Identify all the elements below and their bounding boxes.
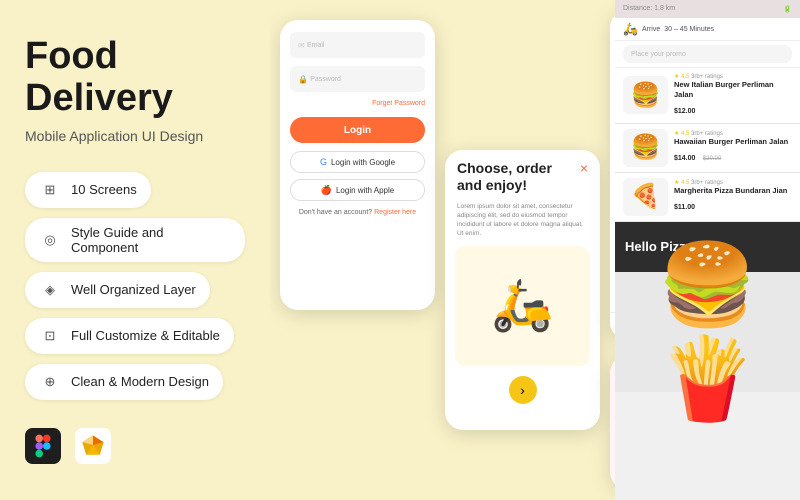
item-price-1: $12.00 [674,100,792,118]
login-button[interactable]: Login [290,117,425,143]
moto-icon: 🛵 [623,22,638,36]
right-list-panel: Distance: 1.8 km 🔋 🛵 Arrive 30 – 45 Minu… [615,0,800,500]
item-info-3: ★ 4.5 3rb+ ratings Margherita Pizza Bund… [674,179,792,214]
food-thumbnail-1: 🍔 [623,76,668,114]
password-field[interactable]: 🔒 Password [290,66,425,92]
item-name-3: Margherita Pizza Bundaran Jian [674,186,792,196]
item-rating-2: ★ 4.5 3rb+ ratings [674,130,792,137]
item-name-1: New Italian Burger Perliman Jalan [674,80,792,100]
forget-password-link[interactable]: Forget Password [290,100,425,107]
feature-customize: ⊡ Full Customize & Editable [25,318,234,354]
modern-icon: ⊕ [39,371,61,393]
item-rating-3: ★ 4.5 3rb+ ratings [674,179,792,186]
promo-row: Place your promo [615,41,800,68]
distance-header: Distance: 1.8 km 🔋 [615,0,800,18]
promo-input[interactable]: Place your promo [623,45,792,63]
order-close-button[interactable]: × [580,160,588,176]
item-rating-1: ★ 4.5 3rb+ ratings [674,73,792,80]
sketch-icon [75,428,111,464]
item-price-2: $14.00 $20.00 [674,147,792,165]
left-panel: Food Delivery Mobile Application UI Desi… [0,0,270,500]
distance-text: Distance: 1.8 km [623,5,675,13]
delivery-time-row: 🛵 Arrive 30 – 45 Minutes [615,18,800,41]
order-title: Choose, order and enjoy! [457,160,580,194]
feature-organized-label: Well Organized Layer [71,282,196,297]
feature-style-guide-label: Style Guide and Component [71,225,231,255]
app-subtitle: Mobile Application UI Design [25,128,245,144]
feature-modern-label: Clean & Modern Design [71,374,209,389]
feature-screens: ⊞ 10 Screens [25,172,151,208]
order-next-button[interactable]: › [509,376,537,404]
feature-customize-label: Full Customize & Editable [71,328,220,343]
food-thumbnail-3: 🍕 [623,178,668,216]
list-item[interactable]: 🍔 ★ 4.5 3rb+ ratings New Italian Burger … [615,68,800,124]
register-link[interactable]: Register here [374,209,416,216]
item-price-3: $11.00 [674,196,792,214]
app-title: Food Delivery [25,36,245,120]
mockup-area: ✉ Email 🔒 Password Forget Password Login… [270,0,800,500]
item-info-2: ★ 4.5 3rb+ ratings Hawaiian Burger Perli… [674,130,792,165]
organized-icon: ◈ [39,279,61,301]
battery-icon: 🔋 [783,5,792,13]
list-item[interactable]: 🍕 ★ 4.5 3rb+ ratings Margherita Pizza Bu… [615,173,800,222]
item-name-2: Hawaiian Burger Perliman Jalan [674,137,792,147]
feature-screens-label: 10 Screens [71,182,137,197]
order-header: Choose, order and enjoy! × [445,150,600,202]
style-guide-icon: ◎ [39,229,61,251]
login-apple-button[interactable]: 🍎 Login with Apple [290,179,425,201]
arrive-label: Arrive [642,26,660,33]
delivery-illustration: 🛵 [455,246,590,366]
time-text: 30 – 45 Minutes [664,26,714,33]
register-text: Don't have an account? Register here [290,209,425,216]
feature-organized: ◈ Well Organized Layer [25,272,210,308]
phone-order: Choose, order and enjoy! × Lorem ipsum d… [445,150,600,430]
feature-modern: ⊕ Clean & Modern Design [25,364,223,400]
pizza-large-image: 🍔🍟 [615,272,800,392]
figma-icon [25,428,61,464]
feature-list: ⊞ 10 Screens ◎ Style Guide and Component… [25,172,245,400]
item-info-1: ★ 4.5 3rb+ ratings New Italian Burger Pe… [674,73,792,118]
login-google-button[interactable]: G Login with Google [290,151,425,173]
feature-style-guide: ◎ Style Guide and Component [25,218,245,262]
screens-icon: ⊞ [39,179,61,201]
order-desc: Lorem ipsum dolor sit amet, consectetur … [445,202,600,246]
food-thumbnail-2: 🍔 [623,129,668,167]
customize-icon: ⊡ [39,325,61,347]
email-field[interactable]: ✉ Email [290,32,425,58]
phone-login: ✉ Email 🔒 Password Forget Password Login… [280,20,435,310]
tool-icons [25,428,245,464]
list-item[interactable]: 🍔 ★ 4.5 3rb+ ratings Hawaiian Burger Per… [615,124,800,173]
